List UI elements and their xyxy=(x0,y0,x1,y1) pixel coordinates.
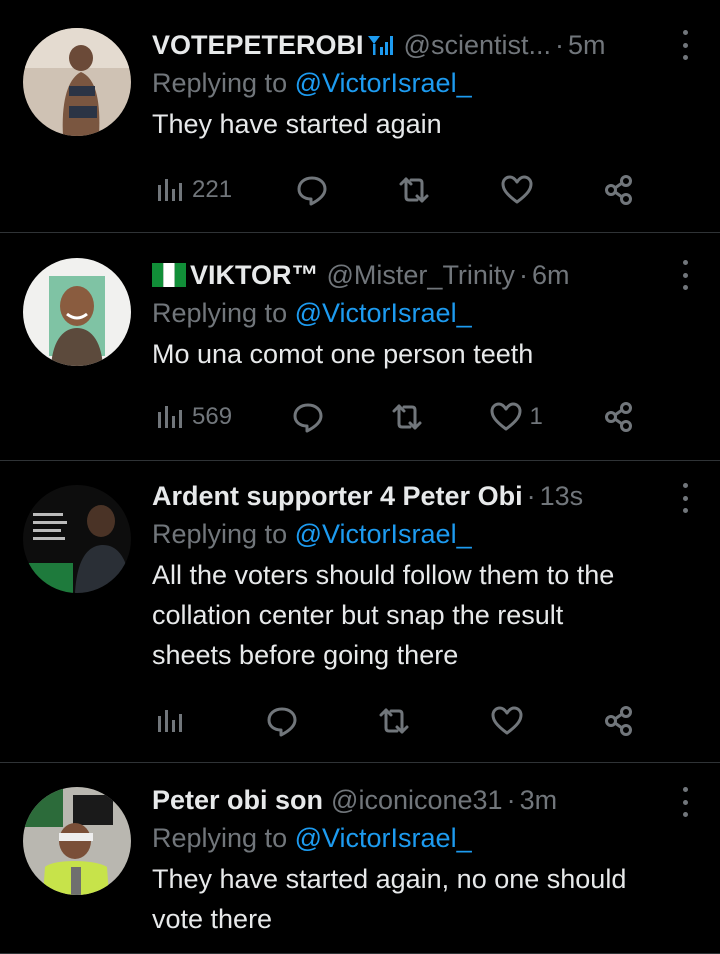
avatar-photo xyxy=(23,28,131,136)
mention-link[interactable]: @VictorIsrael_ xyxy=(295,298,472,328)
tweet-header: Peter obi son @iconicone31 · 3m xyxy=(152,783,660,817)
reply-button[interactable] xyxy=(291,400,331,434)
separator-dot: · xyxy=(526,481,536,511)
replying-to: Replying to @VictorIsrael_ xyxy=(152,296,660,330)
tweet-text: They have started again, no one should v… xyxy=(152,859,660,939)
handle[interactable]: @Mister_Trinity xyxy=(327,258,515,292)
retweet-icon xyxy=(392,404,422,430)
avatar[interactable] xyxy=(23,28,131,136)
views-icon xyxy=(158,179,182,201)
share-button[interactable] xyxy=(602,400,642,434)
display-name[interactable]: Peter obi son xyxy=(152,783,323,817)
share-icon xyxy=(604,175,632,205)
avatar-photo xyxy=(23,258,131,366)
mention-link[interactable]: @VictorIsrael_ xyxy=(295,519,472,549)
mention-link[interactable]: @VictorIsrael_ xyxy=(295,823,472,853)
handle[interactable]: @iconicone31 xyxy=(331,783,503,817)
tweet-header: VIKTOR™ @Mister_Trinity · 6m xyxy=(152,258,660,292)
replying-prefix: Replying to xyxy=(152,519,288,549)
tweet-text-line: sheets before going there xyxy=(152,640,459,670)
more-icon[interactable] xyxy=(680,30,690,60)
avatar[interactable] xyxy=(23,485,131,593)
more-icon[interactable] xyxy=(680,483,690,513)
separator-dot: · xyxy=(554,30,564,60)
views-icon xyxy=(158,406,182,428)
timestamp[interactable]: 6m xyxy=(532,258,570,292)
like-icon xyxy=(491,706,522,735)
action-bar xyxy=(152,701,642,741)
views-button[interactable]: 569 xyxy=(152,400,232,434)
more-icon[interactable] xyxy=(680,260,690,290)
tweet-text: Mo una comot one person teeth xyxy=(152,334,660,374)
tweet-header: Ardent supporter 4 Peter Obi · 13s xyxy=(152,479,660,513)
reply-icon xyxy=(297,176,327,206)
display-name[interactable]: VIKTOR™ xyxy=(190,258,319,292)
avatar-photo xyxy=(23,485,131,593)
views-icon xyxy=(158,710,182,732)
avatar-photo xyxy=(23,787,131,895)
tweet-header: VOTEPETEROBI @scientist... · 5m xyxy=(152,28,660,62)
timestamp[interactable]: 13s xyxy=(540,479,584,513)
replying-to: Replying to @VictorIsrael_ xyxy=(152,821,660,855)
timestamp[interactable]: 5m xyxy=(568,28,606,62)
like-count: 1 xyxy=(529,403,543,430)
like-button[interactable]: 1 xyxy=(489,400,543,434)
display-name[interactable]: VOTEPETEROBI xyxy=(152,28,364,62)
views-count: 221 xyxy=(192,176,233,203)
replying-prefix: Replying to xyxy=(152,298,288,328)
views-button[interactable] xyxy=(152,704,192,738)
tweet-4[interactable]: Peter obi son @iconicone31 · 3m Replying… xyxy=(0,763,720,954)
tweet-text: They have started again xyxy=(152,104,660,144)
replying-to: Replying to @VictorIsrael_ xyxy=(152,517,660,551)
avatar[interactable] xyxy=(23,787,131,895)
timestamp[interactable]: 3m xyxy=(520,783,558,817)
tweet-feed: VOTEPETEROBI @scientist... · 5m Replying… xyxy=(0,0,720,954)
tweet-text-line: All the voters should follow them to the xyxy=(152,560,615,590)
replying-prefix: Replying to xyxy=(152,823,288,853)
retweet-button[interactable] xyxy=(377,704,417,738)
replying-to: Replying to @VictorIsrael_ xyxy=(152,66,660,100)
tweet-2[interactable]: VIKTOR™ @Mister_Trinity · 6m Replying to… xyxy=(0,233,720,461)
signal-bars-icon xyxy=(367,36,393,55)
action-bar: 221 xyxy=(152,170,642,210)
tweet-3[interactable]: Ardent supporter 4 Peter Obi · 13s Reply… xyxy=(0,461,720,763)
views-count: 569 xyxy=(192,403,233,430)
like-button[interactable] xyxy=(500,173,540,207)
mention-link[interactable]: @VictorIsrael_ xyxy=(295,68,472,98)
avatar[interactable] xyxy=(23,258,131,366)
tweet-text-line: vote there xyxy=(152,904,273,934)
retweet-button[interactable] xyxy=(397,173,437,207)
reply-icon xyxy=(267,707,296,737)
tweet-text-line: They have started again xyxy=(152,109,442,139)
share-button[interactable] xyxy=(602,173,642,207)
handle[interactable]: @scientist... xyxy=(404,28,551,62)
nigeria-flag-icon xyxy=(152,263,186,287)
like-icon xyxy=(490,402,522,431)
display-name[interactable]: Ardent supporter 4 Peter Obi xyxy=(152,479,523,513)
retweet-icon xyxy=(379,708,409,734)
replying-prefix: Replying to xyxy=(152,68,288,98)
share-icon xyxy=(604,402,632,432)
reply-button[interactable] xyxy=(265,704,305,738)
tweet-text-line: Mo una comot one person teeth xyxy=(152,339,534,369)
reply-icon xyxy=(293,403,323,433)
tweet-text-line: collation center but snap the result xyxy=(152,600,564,630)
separator-dot: · xyxy=(506,785,516,815)
retweet-icon xyxy=(399,177,429,203)
more-icon[interactable] xyxy=(680,787,690,817)
like-icon xyxy=(501,175,532,204)
like-button[interactable] xyxy=(490,704,530,738)
retweet-button[interactable] xyxy=(390,400,430,434)
tweet-text: All the voters should follow them to the… xyxy=(152,555,660,675)
views-button[interactable]: 221 xyxy=(152,173,232,207)
action-bar: 569 1 xyxy=(152,397,642,437)
reply-button[interactable] xyxy=(295,173,335,207)
tweet-text-line: They have started again, no one should xyxy=(152,864,627,894)
share-button[interactable] xyxy=(602,704,642,738)
tweet-1[interactable]: VOTEPETEROBI @scientist... · 5m Replying… xyxy=(0,0,720,233)
separator-dot: · xyxy=(518,260,528,290)
share-icon xyxy=(605,706,632,736)
